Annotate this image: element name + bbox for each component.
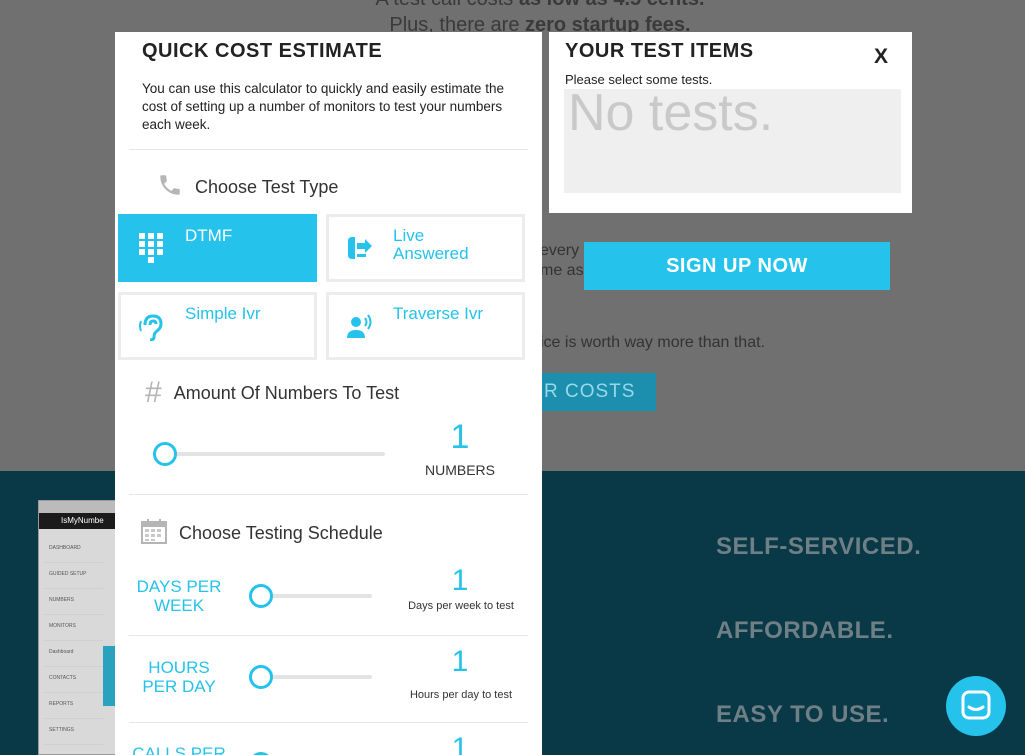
app-preview-nav-item: GUIDED SETUP <box>43 563 103 589</box>
speaker-person-icon <box>347 314 372 338</box>
app-preview-image: IsMyNumbe DASHBOARD GUIDED SETUP NUMBERS MO… <box>38 500 118 755</box>
background-text-fragment: ice is worth way more than that. <box>540 334 765 351</box>
app-preview-nav-item: DASHBOARD <box>43 537 103 563</box>
test-type-heading-label: Choose Test Type <box>195 177 339 197</box>
feature-easy-to-use: EASY TO USE. <box>716 701 890 728</box>
ear-icon <box>139 314 163 341</box>
app-preview-nav-item: REPORTS <box>43 693 103 719</box>
hours-caption: Hours per day to test <box>409 689 513 701</box>
feature-affordable: AFFORDABLE. <box>716 617 894 644</box>
test-type-label: Simple Ivr <box>185 304 261 323</box>
hero-line-1: A test call costs as low as 4.5 cents. <box>340 0 740 11</box>
app-preview-nav-item: Dashboard <box>43 641 103 667</box>
test-items-panel: YOUR TEST ITEMS X Please select some tes… <box>549 32 912 213</box>
calls-per-label: CALLS PER <box>132 744 226 755</box>
calls-value: 1 <box>451 732 469 755</box>
amount-slider-handle[interactable] <box>153 442 177 466</box>
amount-heading: # Amount Of Numbers To Test <box>145 376 399 410</box>
divider <box>129 635 528 636</box>
test-type-label: DTMF <box>185 226 233 245</box>
test-items-list: No tests. <box>564 89 901 193</box>
divider <box>129 494 528 495</box>
divider <box>129 149 528 150</box>
days-per-week-label: DAYS PER WEEK <box>136 577 222 615</box>
amount-slider-track[interactable] <box>155 452 385 456</box>
schedule-heading: Choose Testing Schedule <box>141 518 383 549</box>
background-text-fragment: every t <box>540 242 589 259</box>
app-preview-nav-item: CONTACTS <box>43 667 103 693</box>
test-type-simple-ivr[interactable]: Simple Ivr <box>118 292 317 360</box>
empty-state-text: No tests. <box>568 89 774 142</box>
test-items-title: YOUR TEST ITEMS <box>565 40 754 62</box>
calendar-icon <box>141 518 167 549</box>
app-preview-nav-item: NUMBERS <box>43 589 103 615</box>
test-items-hint: Please select some tests. <box>565 72 713 87</box>
estimate-description: You can use this calculator to quickly a… <box>142 81 504 132</box>
app-preview-nav-item: MONITORS <box>43 615 103 641</box>
sign-up-button[interactable]: SIGN UP NOW <box>584 242 890 290</box>
hours-slider-handle[interactable] <box>249 665 273 689</box>
test-type-label: Live Answered <box>393 226 469 263</box>
hours-per-day-label: HOURS PER DAY <box>142 658 216 696</box>
divider <box>129 722 528 723</box>
test-type-dtmf[interactable]: DTMF <box>118 214 317 282</box>
estimate-title: QUICK COST ESTIMATE <box>142 40 383 62</box>
days-slider-handle[interactable] <box>249 584 273 608</box>
calculate-costs-button[interactable]: R COSTS <box>540 373 656 411</box>
app-preview-brand: IsMyNumbe <box>39 513 117 529</box>
quick-cost-estimate-panel: QUICK COST ESTIMATE You can use this cal… <box>115 32 542 755</box>
test-type-traverse-ivr[interactable]: Traverse Ivr <box>326 292 525 360</box>
test-type-heading: Choose Test Type <box>157 172 338 203</box>
app-preview-nav-item: SETTINGS <box>43 719 103 745</box>
transfer-icon <box>348 237 372 259</box>
chat-icon <box>961 690 991 720</box>
amount-value: 1 <box>450 418 470 456</box>
amount-heading-label: Amount Of Numbers To Test <box>173 382 400 403</box>
amount-caption: NUMBERS <box>424 462 495 478</box>
days-value: 1 <box>451 564 469 597</box>
test-type-label: Traverse Ivr <box>393 304 484 323</box>
chat-launcher-button[interactable] <box>946 676 1006 736</box>
hash-icon: # <box>145 376 162 409</box>
schedule-heading-label: Choose Testing Schedule <box>179 523 383 543</box>
background-text-fragment: me as <box>540 262 584 279</box>
phone-icon <box>157 172 183 203</box>
keypad-icon <box>139 233 163 263</box>
close-button[interactable]: X <box>874 45 888 69</box>
days-caption: Days per week to test <box>408 600 514 612</box>
test-type-live-answered[interactable]: Live Answered <box>326 214 525 282</box>
hours-value: 1 <box>451 645 469 678</box>
feature-self-serviced: SELF-SERVICED. <box>716 533 922 560</box>
